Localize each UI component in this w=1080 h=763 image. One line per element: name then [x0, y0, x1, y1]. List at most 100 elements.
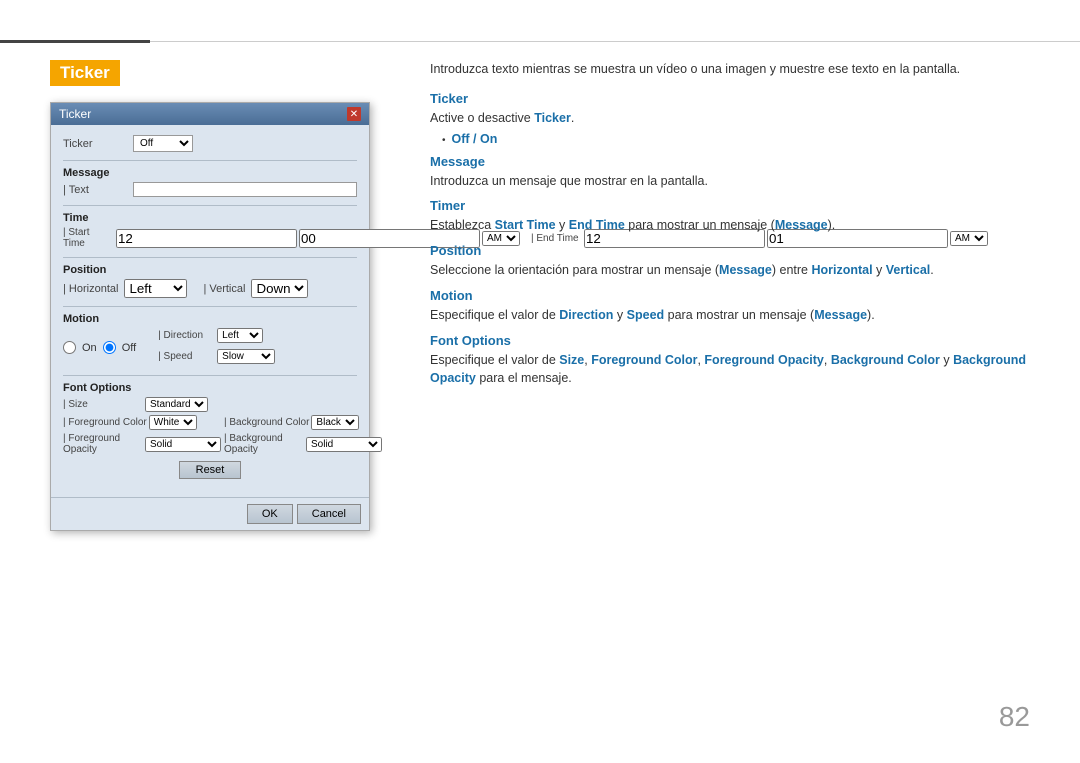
vertical-label: | Vertical: [203, 283, 245, 295]
bg-opacity-select[interactable]: Solid Transparent: [306, 437, 382, 452]
highlight-ticker: Ticker: [534, 111, 571, 125]
ticker-badge: Ticker: [50, 60, 120, 86]
divider-1: [63, 160, 357, 161]
size-row: | Size Standard Large Small: [63, 397, 221, 412]
size-select[interactable]: Standard Large Small: [145, 397, 208, 412]
highlight-bg-color: Background Color: [831, 353, 940, 367]
ticker-section: Ticker Off On: [63, 135, 357, 152]
message-text-input[interactable]: [133, 182, 357, 197]
bg-color-row: | Background Color Black White: [224, 415, 382, 430]
size-label: | Size: [63, 399, 143, 410]
left-column: Ticker Ticker ✕ Ticker Off On: [50, 60, 410, 531]
fg-opacity-select[interactable]: Solid Transparent: [145, 437, 221, 452]
body-message: Introduzca un mensaje que mostrar en la …: [430, 172, 1030, 191]
position-section: Position | Horizontal Left Center Right …: [63, 264, 357, 298]
highlight-size: Size: [559, 353, 584, 367]
bullet-ticker: • Off / On: [442, 132, 1030, 146]
fg-opacity-row: | Foreground Opacity Solid Transparent: [63, 433, 221, 455]
ticker-dialog: Ticker ✕ Ticker Off On Message |: [50, 102, 370, 531]
dialog-titlebar: Ticker ✕: [51, 103, 369, 125]
bg-color-select[interactable]: Black White: [311, 415, 359, 430]
body-motion: Especifique el valor de Direction y Spee…: [430, 306, 1030, 325]
dialog-footer: OK Cancel: [51, 497, 369, 530]
divider-5: [63, 375, 357, 376]
highlight-vertical: Vertical: [886, 263, 930, 277]
ok-button[interactable]: OK: [247, 504, 293, 524]
fg-opacity-label: | Foreground Opacity: [63, 433, 143, 455]
horizontal-select[interactable]: Left Center Right: [124, 279, 187, 298]
message-text-label: | Text: [63, 184, 133, 196]
section-ticker: Ticker Active o desactive Ticker. • Off …: [430, 91, 1030, 146]
direction-row: | Direction Left Right: [158, 328, 275, 343]
motion-section: Motion On Off | Direction Left Right: [63, 313, 357, 367]
time-section: Time | Start Time AM PM | End Time: [63, 212, 357, 249]
top-lines: [0, 40, 1080, 43]
motion-off-label: Off: [122, 342, 136, 354]
reset-button[interactable]: Reset: [179, 461, 242, 479]
time-row: | Start Time AM PM | End Time: [63, 227, 357, 249]
message-section-label: Message: [63, 167, 357, 179]
heading-timer: Timer: [430, 198, 1030, 213]
thick-line: [0, 40, 150, 43]
heading-motion: Motion: [430, 288, 1030, 303]
highlight-horizontal: Horizontal: [811, 263, 872, 277]
position-section-label: Position: [63, 264, 357, 276]
section-motion: Motion Especifique el valor de Direction…: [430, 288, 1030, 325]
dialog-title: Ticker: [59, 107, 91, 121]
fg-color-select[interactable]: White Black Red: [149, 415, 197, 430]
highlight-fg-color: Foreground Color: [591, 353, 697, 367]
section-message: Message Introduzca un mensaje que mostra…: [430, 154, 1030, 191]
fg-color-row: | Foreground Color White Black Red: [63, 415, 221, 430]
ticker-select[interactable]: Off On: [133, 135, 193, 152]
start-hour-input[interactable]: [116, 229, 297, 248]
highlight-fg-opacity: Foreground Opacity: [704, 353, 823, 367]
section-position: Position Seleccione la orientación para …: [430, 243, 1030, 280]
vertical-select[interactable]: Down Up: [251, 279, 308, 298]
message-section: Message | Text: [63, 167, 357, 197]
heading-font-options: Font Options: [430, 333, 1030, 348]
page-number: 82: [999, 701, 1030, 733]
motion-on-label: On: [82, 342, 97, 354]
body-position: Seleccione la orientación para mostrar u…: [430, 261, 1030, 280]
start-time-label: | Start Time: [63, 227, 113, 249]
dialog-body: Ticker Off On Message | Text T: [51, 125, 369, 497]
motion-on-radio[interactable]: [63, 341, 76, 354]
direction-select[interactable]: Left Right: [217, 328, 263, 343]
ticker-field-label: Ticker: [63, 138, 133, 150]
heading-message: Message: [430, 154, 1030, 169]
heading-ticker: Ticker: [430, 91, 1030, 106]
bullet-ticker-text: Off / On: [452, 132, 498, 146]
highlight-end-time: End Time: [569, 218, 625, 232]
motion-radio-row: On Off | Direction Left Right | Speed: [63, 328, 357, 367]
position-row: | Horizontal Left Center Right | Vertica…: [63, 279, 357, 298]
motion-section-label: Motion: [63, 313, 357, 325]
font-options-section: Font Options | Size Standard Large Small…: [63, 382, 357, 479]
intro-text: Introduzca texto mientras se muestra un …: [430, 60, 1030, 79]
highlight-message-motion: Message: [814, 308, 867, 322]
bg-color-label: | Background Color: [224, 417, 309, 428]
font-options-grid: | Size Standard Large Small | Foreground…: [63, 397, 357, 455]
motion-off-radio[interactable]: [103, 341, 116, 354]
fg-color-label: | Foreground Color: [63, 417, 147, 428]
cancel-button[interactable]: Cancel: [297, 504, 361, 524]
divider-4: [63, 306, 357, 307]
right-column: Introduzca texto mientras se muestra un …: [430, 60, 1030, 392]
heading-position: Position: [430, 243, 1030, 258]
highlight-message-position: Message: [719, 263, 772, 277]
highlight-message-timer: Message: [775, 218, 828, 232]
bg-opacity-row: | Background Opacity Solid Transparent: [224, 433, 382, 455]
highlight-speed: Speed: [627, 308, 665, 322]
body-timer: Establezca Start Time y End Time para mo…: [430, 216, 1030, 235]
dialog-close-button[interactable]: ✕: [347, 107, 361, 121]
speed-select[interactable]: Slow Medium Fast: [217, 349, 275, 364]
highlight-start-time: Start Time: [495, 218, 556, 232]
bg-opacity-label: | Background Opacity: [224, 433, 304, 455]
direction-label: | Direction: [158, 330, 213, 341]
font-options-label: Font Options: [63, 382, 357, 394]
body-font-options: Especifique el valor de Size, Foreground…: [430, 351, 1030, 389]
message-text-row: | Text: [63, 182, 357, 197]
speed-row: | Speed Slow Medium Fast: [158, 349, 275, 364]
section-font-options: Font Options Especifique el valor de Siz…: [430, 333, 1030, 389]
divider-3: [63, 257, 357, 258]
thin-line: [150, 41, 1080, 42]
